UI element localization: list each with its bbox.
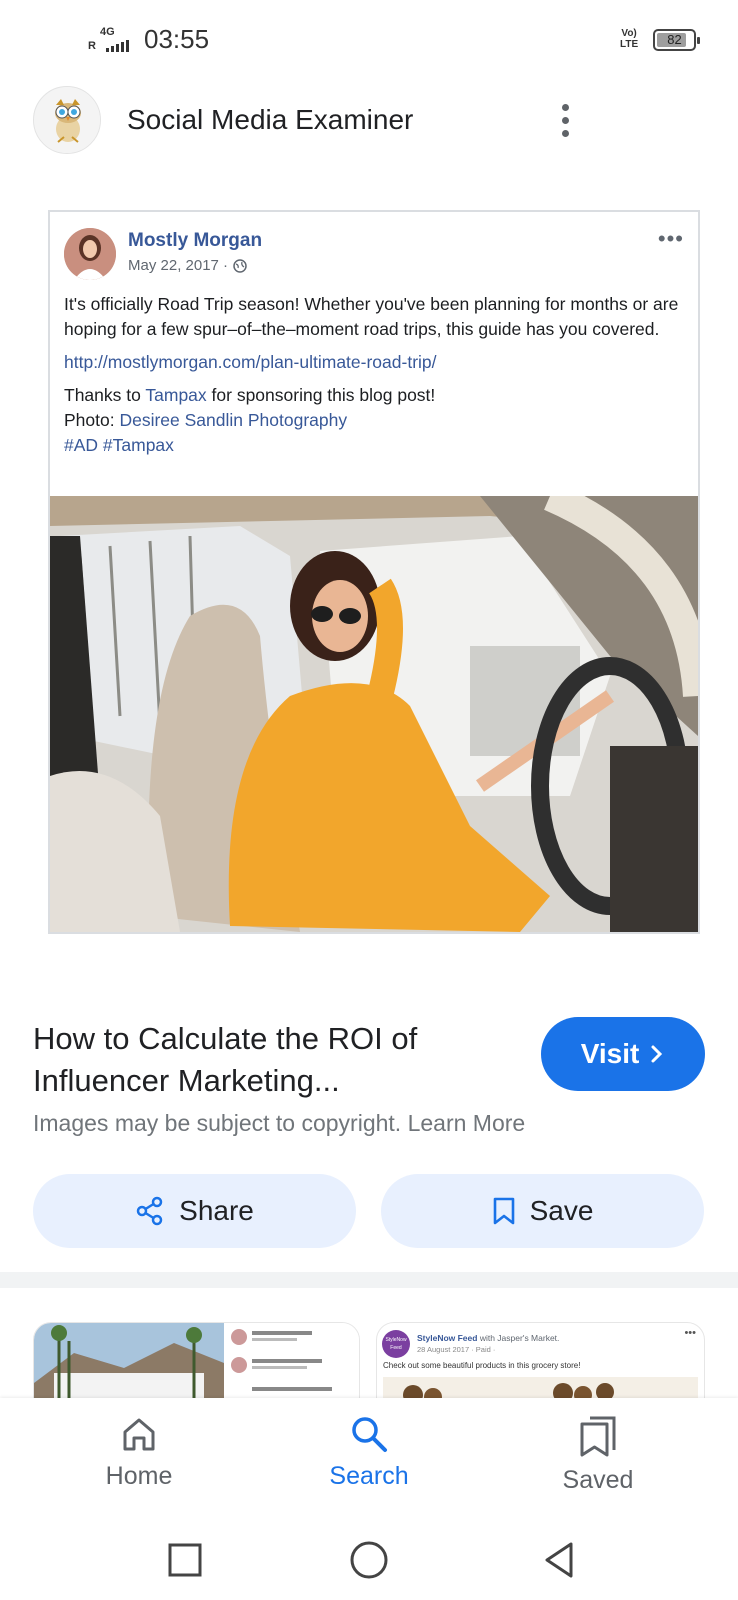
post-date: May 22, 2017 · xyxy=(128,257,247,274)
related-result-thumbnail[interactable] xyxy=(33,1322,360,1400)
globe-icon xyxy=(233,258,247,273)
post-photo xyxy=(50,496,698,932)
system-navigation-bar xyxy=(0,1518,738,1600)
copyright-notice[interactable]: Images may be subject to copyright. Lear… xyxy=(33,1110,525,1137)
related-date: 28 August 2017 · Paid · xyxy=(417,1345,496,1354)
bookmark-icon xyxy=(493,1197,514,1225)
chevron-right-icon xyxy=(651,1045,663,1063)
post-link: http://mostlymorgan.com/plan-ultimate-ro… xyxy=(64,352,437,372)
bottom-navigation: Home Search Saved xyxy=(0,1398,738,1518)
source-header: Social Media Examiner xyxy=(0,86,738,156)
roaming-indicator: R xyxy=(88,40,96,52)
site-avatar[interactable] xyxy=(33,86,101,154)
post-body: It's officially Road Trip season! Whethe… xyxy=(64,292,686,458)
nav-saved-label: Saved xyxy=(562,1466,634,1494)
post-author-avatar xyxy=(64,228,116,280)
save-label: Save xyxy=(529,1195,594,1226)
visit-label: Visit xyxy=(580,1038,640,1069)
share-icon xyxy=(136,1196,163,1226)
status-time: 03:55 xyxy=(144,24,210,54)
post-more-icon: ••• xyxy=(657,226,684,251)
nav-home-label: Home xyxy=(105,1462,173,1490)
home-circle-icon[interactable] xyxy=(347,1538,391,1582)
visit-button[interactable]: Visit xyxy=(541,1017,705,1091)
related-author: StyleNow Feed with Jasper's Market. xyxy=(417,1333,560,1343)
owl-mascot-icon xyxy=(34,87,100,153)
stylenow-logo: StyleNow Feed xyxy=(382,1330,410,1358)
network-type: 4G xyxy=(100,26,115,38)
signal-strength-icon: 4G R xyxy=(88,26,138,56)
search-icon xyxy=(352,1417,387,1452)
result-title[interactable]: How to Calculate the ROI of Influencer M… xyxy=(33,1018,503,1102)
saved-collections-icon xyxy=(580,1416,616,1457)
site-name[interactable]: Social Media Examiner xyxy=(127,104,413,136)
post-thanks: Thanks to Tampax for sponsoring this blo… xyxy=(64,385,436,405)
battery-icon: 82 xyxy=(653,29,700,51)
battery-level: 82 xyxy=(667,32,682,47)
post-photo-credit: Photo: Desiree Sandlin Photography xyxy=(64,410,348,430)
volte-icon: Vo) LTE xyxy=(620,28,639,50)
more-vert-icon xyxy=(561,103,569,111)
nav-home[interactable]: Home xyxy=(69,1414,209,1510)
section-divider xyxy=(0,1272,738,1288)
post-author: Mostly Morgan xyxy=(128,230,263,251)
more-options-button[interactable] xyxy=(545,98,585,142)
post-text: It's officially Road Trip season! Whethe… xyxy=(64,294,679,339)
related-text: Check out some beautiful products in thi… xyxy=(383,1361,581,1370)
recent-apps-icon[interactable] xyxy=(163,1538,207,1582)
home-icon xyxy=(123,1418,155,1451)
back-triangle-icon[interactable] xyxy=(539,1538,583,1582)
related-more-icon: ••• xyxy=(684,1327,696,1339)
nav-saved[interactable]: Saved xyxy=(528,1414,668,1510)
post-hashtags: #AD #Tampax xyxy=(64,435,174,455)
share-button[interactable]: Share xyxy=(33,1174,356,1248)
save-button[interactable]: Save xyxy=(381,1174,704,1248)
status-bar: 4G R 03:55 Vo) LTE 82 xyxy=(0,0,738,80)
share-label: Share xyxy=(179,1195,254,1226)
nav-search-label: Search xyxy=(329,1462,409,1490)
nav-search[interactable]: Search xyxy=(299,1414,439,1510)
result-image[interactable]: Mostly Morgan May 22, 2017 · ••• It's of… xyxy=(48,210,700,934)
related-result-thumbnail-2[interactable]: StyleNow Feed StyleNow Feed with Jasper's… xyxy=(376,1322,705,1400)
